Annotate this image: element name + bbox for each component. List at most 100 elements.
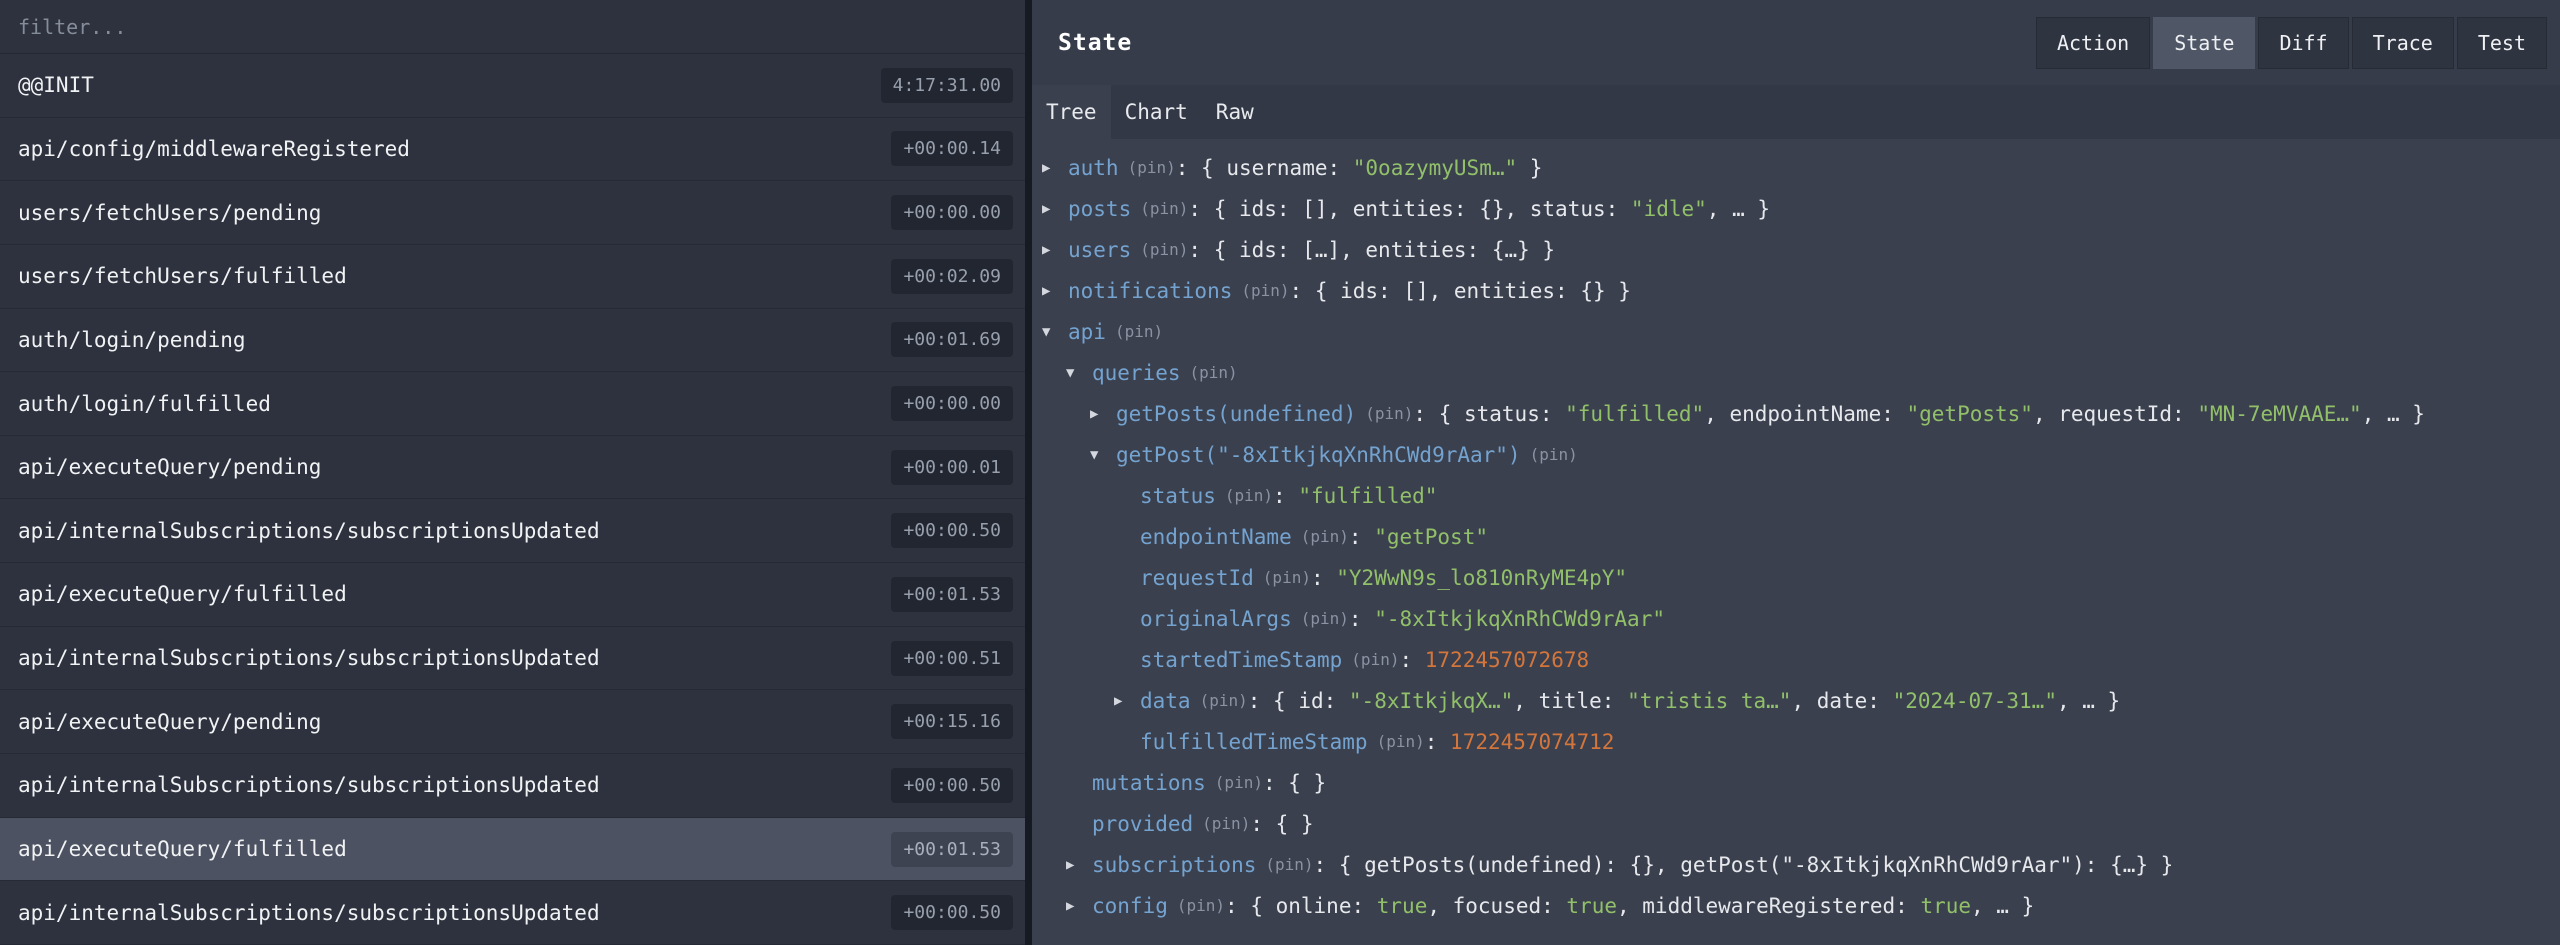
pin-button[interactable]: (pin) xyxy=(1351,650,1399,669)
action-list-item[interactable]: users/fetchUsers/fulfilled +00:02.09 xyxy=(0,245,1025,309)
pin-button[interactable]: (pin) xyxy=(1140,199,1188,218)
expand-arrow-icon[interactable]: ▶ xyxy=(1066,857,1092,873)
action-list-item[interactable]: api/config/middlewareRegistered +00:00.1… xyxy=(0,118,1025,182)
tab-tree[interactable]: Tree xyxy=(1032,85,1111,139)
tree-colon: : xyxy=(1349,525,1374,549)
filter-bar xyxy=(0,0,1025,54)
tree-key: config xyxy=(1092,894,1168,918)
pin-button[interactable]: (pin) xyxy=(1530,445,1578,464)
pin-button[interactable]: (pin) xyxy=(1265,855,1313,874)
tree-node[interactable]: provided (pin) : { } xyxy=(1042,803,2552,844)
action-name: api/executeQuery/pending xyxy=(18,455,321,479)
pin-button[interactable]: (pin) xyxy=(1215,773,1263,792)
tree-node[interactable]: ▼ getPost("-8xItkjkqXnRhCWd9rAar") (pin) xyxy=(1042,434,2552,475)
header-tab-trace[interactable]: Trace xyxy=(2352,17,2454,69)
panel-resize-divider[interactable] xyxy=(1025,0,1032,945)
tree-node[interactable]: ▶ users (pin) : { ids: […], entities: {…… xyxy=(1042,229,2552,270)
action-list-item[interactable]: api/executeQuery/pending +00:15.16 xyxy=(0,690,1025,754)
expand-arrow-icon[interactable]: ▶ xyxy=(1042,160,1068,176)
action-list-item[interactable]: api/executeQuery/pending +00:00.01 xyxy=(0,436,1025,500)
expand-arrow-icon[interactable]: ▶ xyxy=(1042,201,1068,217)
pin-button[interactable]: (pin) xyxy=(1301,609,1349,628)
action-list-item[interactable]: api/executeQuery/fulfilled +00:01.53 xyxy=(0,818,1025,882)
header-tab-test[interactable]: Test xyxy=(2457,17,2547,69)
tree-node[interactable]: startedTimeStamp (pin) : 1722457072678 xyxy=(1042,639,2552,680)
header-tab-action[interactable]: Action xyxy=(2036,17,2150,69)
tree-node[interactable]: status (pin) : "fulfilled" xyxy=(1042,475,2552,516)
expand-arrow-icon[interactable]: ▶ xyxy=(1042,283,1068,299)
pin-button[interactable]: (pin) xyxy=(1128,158,1176,177)
action-list-item[interactable]: auth/login/pending +00:01.69 xyxy=(0,309,1025,373)
action-timestamp: +00:00.50 xyxy=(891,768,1013,803)
pin-button[interactable]: (pin) xyxy=(1301,527,1349,546)
expand-arrow-icon[interactable]: ▼ xyxy=(1042,324,1068,340)
expand-arrow-icon[interactable]: ▶ xyxy=(1090,406,1116,422)
pin-button[interactable]: (pin) xyxy=(1365,404,1413,423)
action-list: @@INIT 4:17:31.00 api/config/middlewareR… xyxy=(0,54,1025,945)
expand-arrow-icon[interactable]: ▼ xyxy=(1090,447,1116,463)
redux-devtools-app: @@INIT 4:17:31.00 api/config/middlewareR… xyxy=(0,0,2560,945)
tree-key: subscriptions xyxy=(1092,853,1256,877)
tree-node[interactable]: requestId (pin) : "Y2WwN9s_lo810nRyME4pY… xyxy=(1042,557,2552,598)
tree-node[interactable]: originalArgs (pin) : "-8xItkjkqXnRhCWd9r… xyxy=(1042,598,2552,639)
action-list-item[interactable]: users/fetchUsers/pending +00:00.00 xyxy=(0,181,1025,245)
action-timestamp: 4:17:31.00 xyxy=(881,68,1013,103)
action-name: auth/login/fulfilled xyxy=(18,392,271,416)
tree-node[interactable]: ▶ config (pin) : { online: true, focused… xyxy=(1042,885,2552,926)
tree-node[interactable]: endpointName (pin) : "getPost" xyxy=(1042,516,2552,557)
pin-button[interactable]: (pin) xyxy=(1140,240,1188,259)
tab-chart[interactable]: Chart xyxy=(1111,85,1202,139)
filter-input[interactable] xyxy=(0,15,1025,39)
action-name: api/internalSubscriptions/subscriptionsU… xyxy=(18,646,600,670)
expand-arrow-icon[interactable]: ▼ xyxy=(1066,365,1092,381)
pin-button[interactable]: (pin) xyxy=(1115,322,1163,341)
pin-button[interactable]: (pin) xyxy=(1202,814,1250,833)
pin-button[interactable]: (pin) xyxy=(1263,568,1311,587)
action-list-panel: @@INIT 4:17:31.00 api/config/middlewareR… xyxy=(0,0,1025,945)
action-name: api/internalSubscriptions/subscriptionsU… xyxy=(18,773,600,797)
action-timestamp: +00:00.00 xyxy=(891,386,1013,421)
action-list-item[interactable]: api/internalSubscriptions/subscriptionsU… xyxy=(0,881,1025,945)
tree-key: mutations xyxy=(1092,771,1206,795)
tree-key: provided xyxy=(1092,812,1193,836)
tree-node[interactable]: ▶ posts (pin) : { ids: [], entities: {},… xyxy=(1042,188,2552,229)
tree-colon: : xyxy=(1273,484,1298,508)
pin-button[interactable]: (pin) xyxy=(1241,281,1289,300)
tree-colon: : xyxy=(1250,812,1275,836)
header-tab-diff[interactable]: Diff xyxy=(2258,17,2348,69)
action-list-item[interactable]: api/internalSubscriptions/subscriptionsU… xyxy=(0,627,1025,691)
tree-node[interactable]: ▶ data (pin) : { id: "-8xItkjkqX…", titl… xyxy=(1042,680,2552,721)
action-list-item[interactable]: @@INIT 4:17:31.00 xyxy=(0,54,1025,118)
tree-node[interactable]: ▶ subscriptions (pin) : { getPosts(undef… xyxy=(1042,844,2552,885)
action-timestamp: +00:00.00 xyxy=(891,195,1013,230)
expand-arrow-icon[interactable]: ▶ xyxy=(1114,693,1140,709)
tab-raw[interactable]: Raw xyxy=(1202,85,1268,139)
tree-node[interactable]: ▶ notifications (pin) : { ids: [], entit… xyxy=(1042,270,2552,311)
pin-button[interactable]: (pin) xyxy=(1377,732,1425,751)
expand-arrow-icon[interactable]: ▶ xyxy=(1042,242,1068,258)
pin-button[interactable]: (pin) xyxy=(1190,363,1238,382)
pin-button[interactable]: (pin) xyxy=(1225,486,1273,505)
tree-node[interactable]: mutations (pin) : { } xyxy=(1042,762,2552,803)
tree-node[interactable]: ▶ auth (pin) : { username: "0oazymyUSm…"… xyxy=(1042,147,2552,188)
tree-colon: : xyxy=(1263,771,1288,795)
tree-colon: : xyxy=(1349,607,1374,631)
action-timestamp: +00:00.50 xyxy=(891,895,1013,930)
pin-button[interactable]: (pin) xyxy=(1177,896,1225,915)
tree-node[interactable]: ▼ queries (pin) xyxy=(1042,352,2552,393)
action-timestamp: +00:00.51 xyxy=(891,641,1013,676)
action-list-item[interactable]: api/internalSubscriptions/subscriptionsU… xyxy=(0,499,1025,563)
action-list-item[interactable]: api/executeQuery/fulfilled +00:01.53 xyxy=(0,563,1025,627)
tree-key: getPost("-8xItkjkqXnRhCWd9rAar") xyxy=(1116,443,1521,467)
header-tab-state[interactable]: State xyxy=(2153,17,2255,69)
tree-key: posts xyxy=(1068,197,1131,221)
expand-arrow-icon[interactable]: ▶ xyxy=(1066,898,1092,914)
tree-node[interactable]: ▶ getPosts(undefined) (pin) : { status: … xyxy=(1042,393,2552,434)
action-list-item[interactable]: auth/login/fulfilled +00:00.00 xyxy=(0,372,1025,436)
tree-key: notifications xyxy=(1068,279,1232,303)
tree-node[interactable]: ▼ api (pin) xyxy=(1042,311,2552,352)
tree-node[interactable]: fulfilledTimeStamp (pin) : 1722457074712 xyxy=(1042,721,2552,762)
tree-colon: : xyxy=(1248,689,1273,713)
action-list-item[interactable]: api/internalSubscriptions/subscriptionsU… xyxy=(0,754,1025,818)
pin-button[interactable]: (pin) xyxy=(1200,691,1248,710)
